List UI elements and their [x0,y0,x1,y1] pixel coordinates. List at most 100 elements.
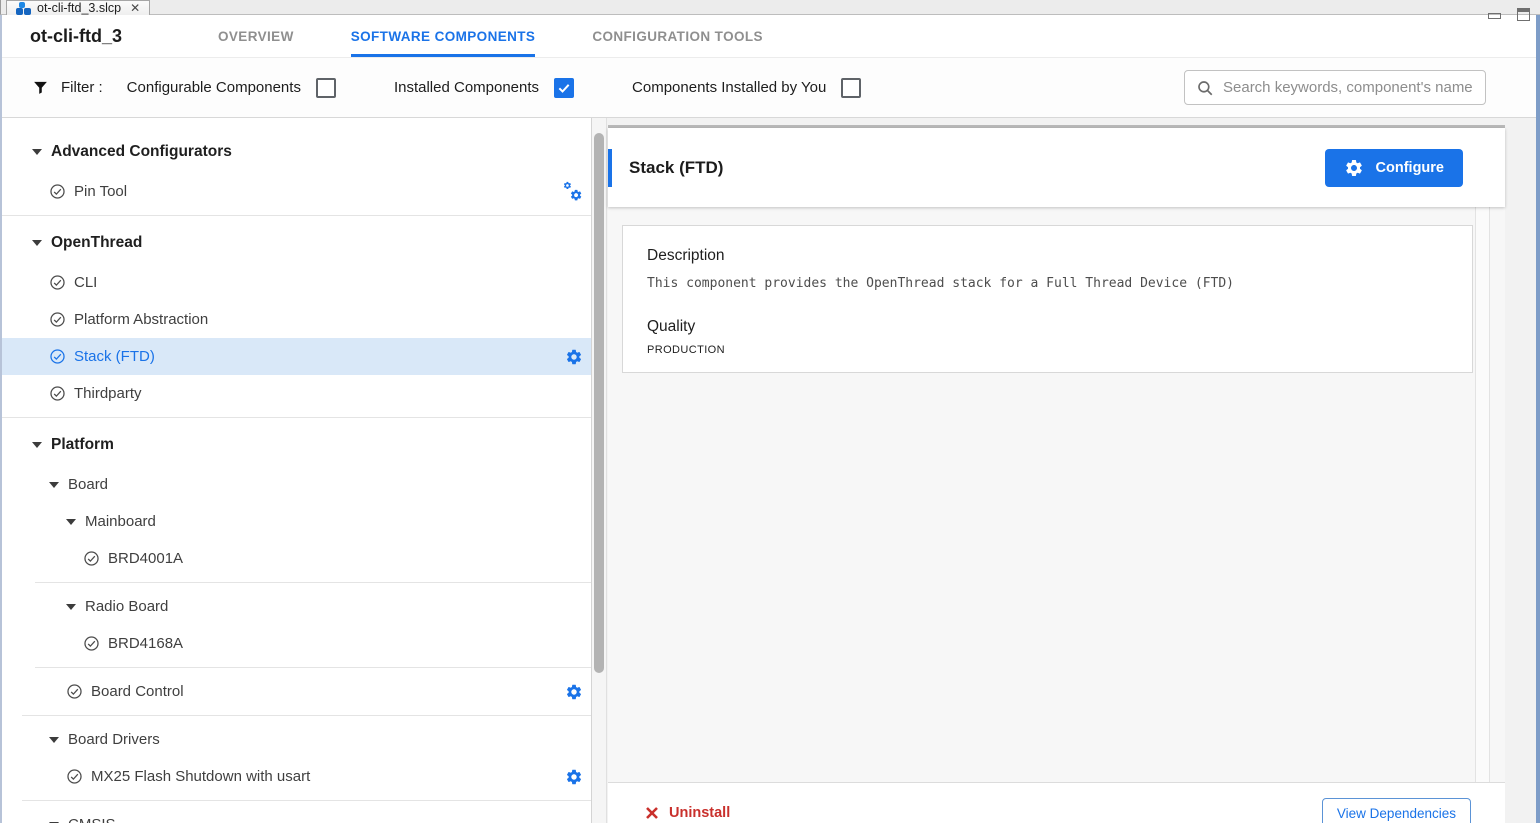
installed-check-circle-icon [66,683,83,700]
description-heading: Description [647,247,1448,265]
editor-tab-strip: ot-cli-ftd_3.slcp ✕ [0,0,1540,15]
tree-label: BRD4168A [108,635,183,652]
tree-item-cli[interactable]: CLI [2,264,591,301]
editor-tab[interactable]: ot-cli-ftd_3.slcp ✕ [6,0,150,15]
detail-scrollbar[interactable] [1475,207,1490,782]
tree-divider [2,417,591,418]
tree-label: Thirdparty [74,385,142,402]
checkbox-installed-components[interactable] [554,78,574,98]
chevron-down-icon[interactable] [32,240,42,246]
checkbox-label: Configurable Components [127,79,301,96]
description-text: This component provides the OpenThread s… [647,276,1448,291]
view-dependencies-button[interactable]: View Dependencies [1322,798,1471,823]
tree-group-cmsis[interactable]: CMSIS [2,806,591,823]
gear-icon[interactable] [565,348,583,366]
tree-item-brd4001a[interactable]: BRD4001A [2,540,591,577]
filter-group-installed-components: Installed Components [394,78,574,98]
tree-label: Board Drivers [68,731,160,748]
tree-group-openthread[interactable]: OpenThread [2,221,591,264]
tree-item-mx25-flash-shutdown-with-usart[interactable]: MX25 Flash Shutdown with usart [2,758,591,795]
tree-label: Pin Tool [74,183,127,200]
slcp-project-icon [16,2,31,15]
chevron-down-icon[interactable] [32,149,42,155]
filter-icon [32,79,49,96]
minimize-icon[interactable] [1488,13,1501,19]
installed-check-circle-icon [49,348,66,365]
tree-divider [35,667,591,668]
tree-item-platform-abstraction[interactable]: Platform Abstraction [2,301,591,338]
view-tabs: OVERVIEW SOFTWARE COMPONENTS CONFIGURATION… [218,15,763,57]
installed-check-circle-icon [49,274,66,291]
tree-label: Mainboard [85,513,156,530]
tree-group-mainboard[interactable]: Mainboard [2,503,591,540]
uninstall-button[interactable]: Uninstall [645,805,730,821]
filter-label: Filter : [61,79,103,96]
tree-group-platform[interactable]: Platform [2,423,591,466]
installed-check-circle-icon [83,550,100,567]
editor-content: ot-cli-ftd_3 OVERVIEW SOFTWARE COMPONENTS… [0,15,1540,823]
filter-group-configurable-components: Configurable Components [127,78,336,98]
tab-software-components[interactable]: SOFTWARE COMPONENTS [351,15,536,57]
gear-icon[interactable] [565,683,583,701]
scrollbar-thumb[interactable] [594,133,604,673]
installed-check-circle-icon [49,311,66,328]
page-title: ot-cli-ftd_3 [30,26,190,47]
quality-heading: Quality [647,318,1448,336]
configure-button[interactable]: Configure [1325,149,1463,187]
checkbox-label: Installed Components [394,79,539,96]
detail-footer: Uninstall View Dependencies [608,782,1505,823]
tree-label: Stack (FTD) [74,348,155,365]
tree-item-stack-ftd[interactable]: Stack (FTD) [2,338,591,375]
uninstall-x-icon [645,806,659,820]
tree-divider [22,715,591,716]
search-input[interactable] [1223,79,1474,96]
tree-item-board-control[interactable]: Board Control [2,673,591,710]
tree-label: CLI [74,274,97,291]
tab-overview[interactable]: OVERVIEW [218,15,294,57]
tree-item-pin-tool[interactable]: Pin Tool [2,173,591,210]
installed-check-circle-icon [66,768,83,785]
close-icon[interactable]: ✕ [130,1,140,15]
tree-label: Platform Abstraction [74,311,208,328]
checkbox-components-installed-by-you[interactable] [841,78,861,98]
tree-item-thirdparty[interactable]: Thirdparty [2,375,591,412]
search-box[interactable] [1184,70,1486,105]
detail-pane: Stack (FTD) Configure Description This c… [608,125,1505,823]
tree-label: Board Control [91,683,184,700]
view-controls [1488,8,1530,21]
filter-bar: Filter : Configurable Components Installe… [2,57,1536,118]
tree-group-board-drivers[interactable]: Board Drivers [2,721,591,758]
tree-divider [22,800,591,801]
gear-icon[interactable] [565,768,583,786]
description-card: Description This component provides the … [622,225,1473,373]
view-dependencies-label: View Dependencies [1337,806,1456,821]
tree-item-brd4168a[interactable]: BRD4168A [2,625,591,662]
tab-configuration-tools[interactable]: CONFIGURATION TOOLS [592,15,763,57]
chevron-down-icon[interactable] [66,604,76,610]
maximize-icon[interactable] [1517,8,1530,21]
tree-label: BRD4001A [108,550,183,567]
sidebar-scrollbar[interactable] [592,118,607,823]
tree-label: CMSIS [68,816,116,823]
tree-divider [2,215,591,216]
configurator-gears-icon[interactable] [562,181,583,202]
detail-body: Description This component provides the … [608,207,1505,782]
checkbox-label: Components Installed by You [632,79,826,96]
tree-group-radio-board[interactable]: Radio Board [2,588,591,625]
tree-group-advanced-configurators[interactable]: Advanced Configurators [2,130,591,173]
gear-icon [1344,158,1364,178]
filter-checkbox-groups: Configurable Components Installed Compone… [127,78,924,98]
chevron-down-icon[interactable] [32,442,42,448]
tree-group-board[interactable]: Board [2,466,591,503]
checkbox-configurable-components[interactable] [316,78,336,98]
filter-group-components-installed-by-you: Components Installed by You [632,78,861,98]
tree-label: Platform [51,436,114,454]
component-tree: Advanced Configurators Pin Tool OpenThread… [2,118,592,823]
chevron-down-icon[interactable] [66,519,76,525]
chevron-down-icon[interactable] [49,737,59,743]
chevron-down-icon[interactable] [49,482,59,488]
tree-label: Board [68,476,108,493]
tree-label: OpenThread [51,234,142,252]
installed-check-circle-icon [49,385,66,402]
tree-divider [35,582,591,583]
